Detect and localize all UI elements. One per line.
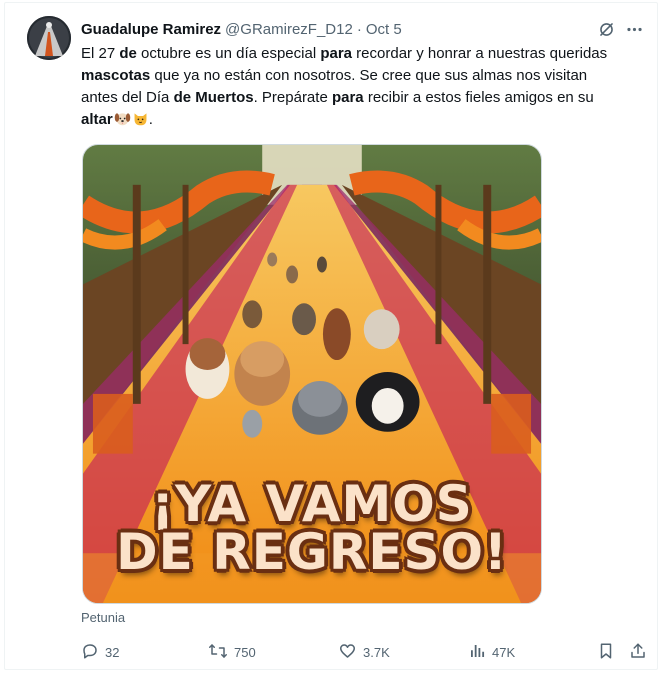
action-bar: 32 750 3.7K 47K [81,641,653,663]
heart-icon [338,642,363,663]
repost-count: 750 [234,644,256,660]
tweet-text-bold: de [119,45,137,62]
repost-button[interactable]: 750 [208,641,256,663]
tweet-text-bold: mascotas [81,67,151,84]
reply-button[interactable]: 32 [81,641,119,663]
reply-count: 32 [105,644,120,660]
tweet-text: El 27 de octubre es un día especial para… [81,43,621,131]
views-button[interactable]: 47K [468,641,515,663]
tweet-card[interactable]: Guadalupe Ramirez @GRamirezF_D12 · Oct 5… [4,2,658,670]
tweet-text-segment: recordar y honrar a nuestras queridas [352,45,608,62]
views-count: 47K [492,644,516,660]
like-count: 3.7K [363,644,390,660]
tweet-text-bold: para [331,89,364,106]
repost-icon [208,642,234,663]
tweet-text-segment: recibir a estos fieles amigos en su [363,89,594,106]
tweet-text-bold: altar [81,111,113,128]
like-button[interactable]: 3.7K [338,641,390,663]
tweet-text-segment: . Prepárate [253,89,332,106]
avatar[interactable] [27,16,71,60]
grok-icon[interactable] [595,18,617,40]
tweet-text-end: . [148,111,153,128]
bookmark-button[interactable] [597,641,621,663]
separator-dot: · [356,20,362,38]
more-options-icon[interactable] [623,18,645,40]
share-button[interactable] [629,641,653,663]
tweet-text-bold: para [320,45,353,62]
share-icon [629,642,653,663]
tweet-image[interactable]: ¡YA VAMOS DE REGRESO! [82,144,542,604]
tweet-text-segment: octubre es un día especial [136,45,321,62]
dog-face-emoji [114,110,131,127]
cat-face-emoji [132,110,149,127]
views-icon [468,642,492,663]
reply-icon [81,642,105,663]
image-headline-line2: DE REGRESO! [116,523,508,581]
image-caption: Petunia [81,610,126,625]
bookmark-icon [597,642,621,663]
author-handle[interactable]: @GRamirezF_D12 [225,21,353,38]
tweet-date[interactable]: Oct 5 [366,21,402,38]
tweet-text-segment: El 27 [81,45,120,62]
tweet-text-bold: de Muertos [173,89,254,106]
author-name[interactable]: Guadalupe Ramirez [81,21,221,38]
